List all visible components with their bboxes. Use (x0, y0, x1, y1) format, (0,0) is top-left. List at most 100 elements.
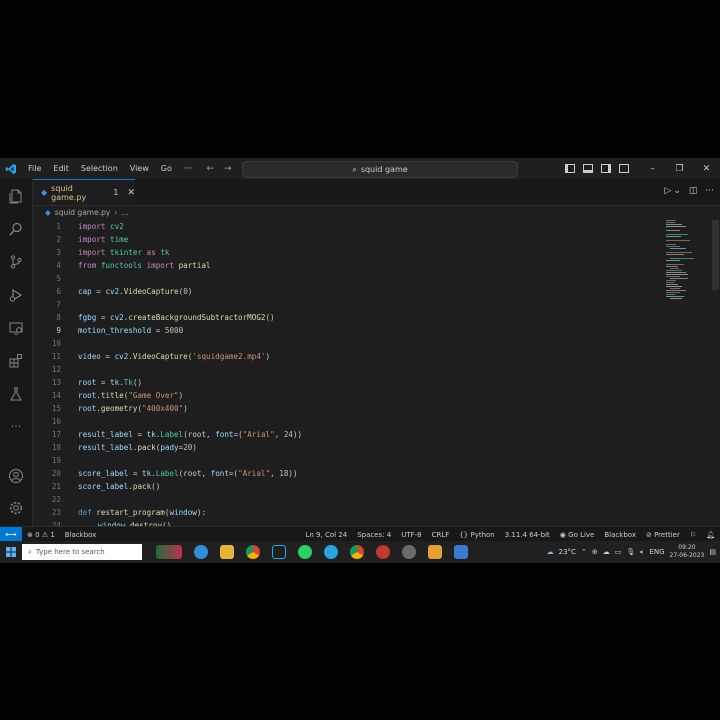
line-number[interactable]: 12 (33, 363, 61, 376)
line-number[interactable]: 17 (33, 428, 61, 441)
more-views-icon[interactable]: ··· (8, 419, 24, 435)
file-explorer-icon[interactable] (220, 545, 234, 559)
menu-go[interactable]: Go (155, 164, 178, 173)
explorer-icon[interactable] (8, 188, 24, 204)
language-indicator[interactable]: ENG (649, 548, 664, 556)
weather-temp[interactable]: 23°C (559, 548, 576, 556)
line-number[interactable]: 18 (33, 441, 61, 454)
line-number[interactable]: 21 (33, 480, 61, 493)
manage-gear-icon[interactable] (8, 500, 24, 516)
onedrive-icon[interactable]: ☁ (603, 548, 610, 556)
line-number[interactable]: 8 (33, 311, 61, 324)
end-of-line[interactable]: CRLF (427, 531, 455, 539)
go-live-button[interactable]: ◉ Go Live (555, 531, 600, 539)
line-number[interactable]: 23 (33, 506, 61, 519)
encoding[interactable]: UTF-8 (396, 531, 426, 539)
nav-back-icon[interactable]: ← (206, 164, 214, 174)
python-interpreter[interactable]: 3.11.4 64-bit (500, 531, 555, 539)
line-number[interactable]: 7 (33, 298, 61, 311)
tray-chevron-icon[interactable]: ⌃ (581, 548, 587, 556)
line-number[interactable]: 14 (33, 389, 61, 402)
feedback-icon[interactable]: ⚐ (685, 531, 701, 539)
toggle-panel-icon[interactable] (583, 164, 593, 173)
chrome-icon[interactable] (246, 545, 260, 559)
notifications-bell-icon[interactable]: 🔔︎ (701, 531, 720, 539)
restore-icon[interactable]: ❐ (666, 164, 693, 174)
tab-close-icon[interactable]: ✕ (127, 188, 135, 198)
line-number[interactable]: 11 (33, 350, 61, 363)
toggle-secondary-sidebar-icon[interactable] (601, 164, 611, 173)
line-number[interactable]: 20 (33, 467, 61, 480)
menu-view[interactable]: View (124, 164, 155, 173)
clock[interactable]: 09:20 27-06-2023 (670, 544, 705, 560)
run-debug-icon[interactable] (8, 287, 24, 303)
cursor-position[interactable]: Ln 9, Col 24 (300, 531, 352, 539)
toggle-primary-sidebar-icon[interactable] (565, 164, 575, 173)
vscode-taskbar-icon[interactable] (272, 545, 286, 559)
line-number[interactable]: 4 (33, 259, 61, 272)
editor-more-icon[interactable]: ··· (705, 186, 714, 196)
problems-indicator[interactable]: ⊗ 0 ⚠ 1 (22, 531, 60, 539)
indentation[interactable]: Spaces: 4 (352, 531, 396, 539)
network-icon[interactable]: ⊕ (592, 548, 598, 556)
line-number[interactable]: 5 (33, 272, 61, 285)
line-number[interactable]: 13 (33, 376, 61, 389)
blackbox-left[interactable]: Blackbox (60, 531, 102, 539)
blackbox-right[interactable]: Blackbox (599, 531, 641, 539)
line-number[interactable]: 16 (33, 415, 61, 428)
app-blue-icon[interactable] (454, 545, 468, 559)
editor-scrollbar[interactable] (712, 220, 719, 290)
line-number[interactable]: 1 (33, 220, 61, 233)
extensions-icon[interactable] (8, 353, 24, 369)
whatsapp-icon[interactable] (298, 545, 312, 559)
line-number[interactable]: 9 (33, 324, 61, 337)
language-mode[interactable]: {} Python (454, 531, 499, 539)
code-text: score_label.pack() (78, 480, 160, 493)
accounts-icon[interactable] (8, 468, 24, 484)
close-window-icon[interactable]: ✕ (693, 164, 720, 174)
app-orange-icon[interactable] (428, 545, 442, 559)
menu-selection[interactable]: Selection (75, 164, 124, 173)
weather-icon[interactable]: ☁ (547, 548, 554, 556)
remote-indicator-icon[interactable]: ⟷ (0, 527, 22, 542)
menu-more-icon[interactable]: ··· (178, 164, 199, 174)
widgets-news-icon[interactable] (156, 545, 182, 559)
menu-file[interactable]: File (22, 164, 47, 173)
telegram-icon[interactable] (324, 545, 338, 559)
search-view-icon[interactable] (8, 221, 24, 237)
menu-edit[interactable]: Edit (47, 164, 75, 173)
source-control-icon[interactable] (8, 254, 24, 270)
volume-icon[interactable]: 🔈︎ (640, 548, 644, 557)
line-number[interactable]: 2 (33, 233, 61, 246)
minimize-icon[interactable]: – (639, 164, 666, 174)
line-number[interactable]: 6 (33, 285, 61, 298)
nav-forward-icon[interactable]: → (224, 164, 232, 174)
split-editor-icon[interactable]: ◫ (689, 186, 698, 196)
command-center-search[interactable]: ⌕ squid game (242, 161, 518, 178)
breadcrumb-more[interactable]: ... (121, 208, 128, 217)
run-file-icon[interactable]: ▷ (664, 186, 671, 196)
windows-start-icon[interactable] (0, 547, 22, 557)
settings-gear-icon[interactable] (402, 545, 416, 559)
remote-explorer-icon[interactable] (8, 320, 24, 336)
microphone-icon[interactable]: 🎙︎ (626, 548, 635, 556)
minimap[interactable] (664, 220, 714, 300)
line-number[interactable]: 10 (33, 337, 61, 350)
line-number[interactable]: 22 (33, 493, 61, 506)
prettier-status[interactable]: ⊘ Prettier (641, 531, 685, 539)
tab-squid-game-py[interactable]: ◆ squid game.py 1 ✕ (33, 179, 135, 205)
notification-center-icon[interactable]: ▤ (709, 548, 716, 556)
line-number[interactable]: 19 (33, 454, 61, 467)
customize-layout-icon[interactable] (619, 164, 629, 173)
app-red-icon[interactable] (376, 545, 390, 559)
line-number[interactable]: 3 (33, 246, 61, 259)
breadcrumb-file[interactable]: squid game.py (55, 208, 111, 217)
testing-icon[interactable] (8, 386, 24, 402)
run-dropdown-icon[interactable]: ⌄ (673, 186, 681, 196)
line-number[interactable]: 15 (33, 402, 61, 415)
chrome-profile-icon[interactable] (350, 545, 364, 559)
code-editor[interactable]: 1 import cv2 2 import time 3 import tkinter a… (33, 220, 663, 530)
battery-icon[interactable]: ▭ (615, 548, 622, 556)
edge-icon[interactable] (194, 545, 208, 559)
taskbar-search-box[interactable]: ⌕ Type here to search (22, 544, 142, 560)
